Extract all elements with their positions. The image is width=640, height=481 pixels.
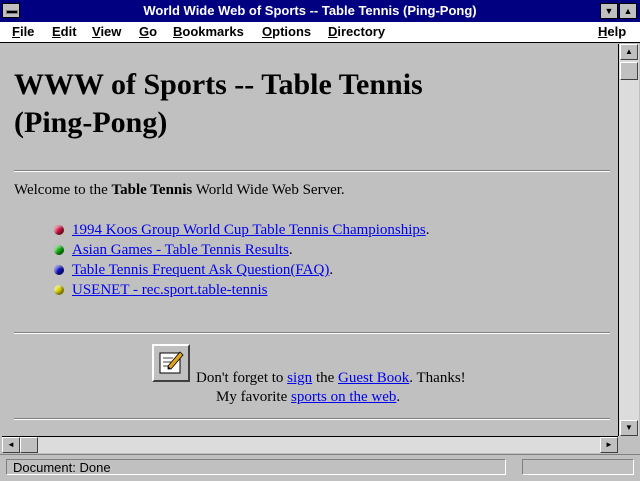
bullet-yellow-icon [54,285,64,295]
menu-go[interactable]: Go [139,24,157,39]
minimize-button[interactable]: ▼ [600,3,618,19]
divider [14,332,610,334]
favorite-text: My favorite sports on the web. [216,389,401,405]
title-bar: World Wide Web of Sports -- Table Tennis… [0,0,640,23]
scroll-left-button[interactable]: ◄ [2,437,20,453]
link-usenet[interactable]: USENET - rec.sport.table-tennis [72,282,268,298]
divider [14,170,610,172]
menu-help[interactable]: Help [598,24,626,39]
page-heading-line1: WWW of Sports -- Table Tennis [14,68,423,101]
page-heading-line2: (Ping-Pong) [14,106,168,139]
guestbook-text: Don't forget to sign the Guest Book. Tha… [196,370,466,386]
horizontal-scroll-thumb[interactable] [20,437,38,453]
divider [14,418,610,420]
bullet-blue-icon [54,265,64,275]
status-text: Document: Done [6,459,506,475]
sports-on-web-link[interactable]: sports on the web [291,389,396,405]
scroll-up-button[interactable]: ▲ [620,44,638,60]
menu-options[interactable]: Options [262,24,311,39]
menu-bookmarks[interactable]: Bookmarks [173,24,244,39]
guestbook-icon[interactable] [152,344,190,382]
scroll-down-button[interactable]: ▼ [620,420,638,436]
scroll-right-button[interactable]: ► [600,437,618,453]
link-asian-games[interactable]: Asian Games - Table Tennis Results [72,242,289,258]
menu-file[interactable]: File [12,24,34,39]
menu-edit[interactable]: Edit [52,24,77,39]
list-item: USENET - rec.sport.table-tennis [54,280,430,300]
list-item: Asian Games - Table Tennis Results. [54,240,430,260]
welcome-text: Welcome to the Table Tennis World Wide W… [14,182,345,198]
list-item: 1994 Koos Group World Cup Table Tennis C… [54,220,430,240]
link-world-cup[interactable]: 1994 Koos Group World Cup Table Tennis C… [72,222,426,238]
menu-view[interactable]: View [92,24,121,39]
bullet-red-icon [54,225,64,235]
link-faq[interactable]: Table Tennis Frequent Ask Question(FAQ) [72,262,329,278]
vertical-scroll-thumb[interactable] [620,62,638,80]
window-title: World Wide Web of Sports -- Table Tennis… [143,3,477,18]
page-content: WWW of Sports -- Table Tennis (Ping-Pong… [2,44,616,436]
browser-window: World Wide Web of Sports -- Table Tennis… [0,0,640,481]
system-menu-button[interactable] [2,3,20,18]
page-heading: WWW of Sports -- Table Tennis (Ping-Pong… [14,66,574,142]
menu-bar: File Edit View Go Bookmarks Options Dire… [0,22,640,43]
guest-book-link[interactable]: Guest Book [338,370,409,386]
menu-directory[interactable]: Directory [328,24,385,39]
horizontal-scrollbar[interactable]: ◄ ► [2,436,618,453]
maximize-button[interactable]: ▲ [619,3,637,19]
list-item: Table Tennis Frequent Ask Question(FAQ). [54,260,430,280]
vertical-scrollbar[interactable]: ▲ ▼ [618,44,639,436]
sign-link[interactable]: sign [287,370,312,386]
bullet-green-icon [54,245,64,255]
status-bar: Document: Done [0,454,640,481]
link-list: 1994 Koos Group World Cup Table Tennis C… [54,220,430,300]
system-menu-icon [6,10,18,14]
progress-indicator [522,459,634,475]
